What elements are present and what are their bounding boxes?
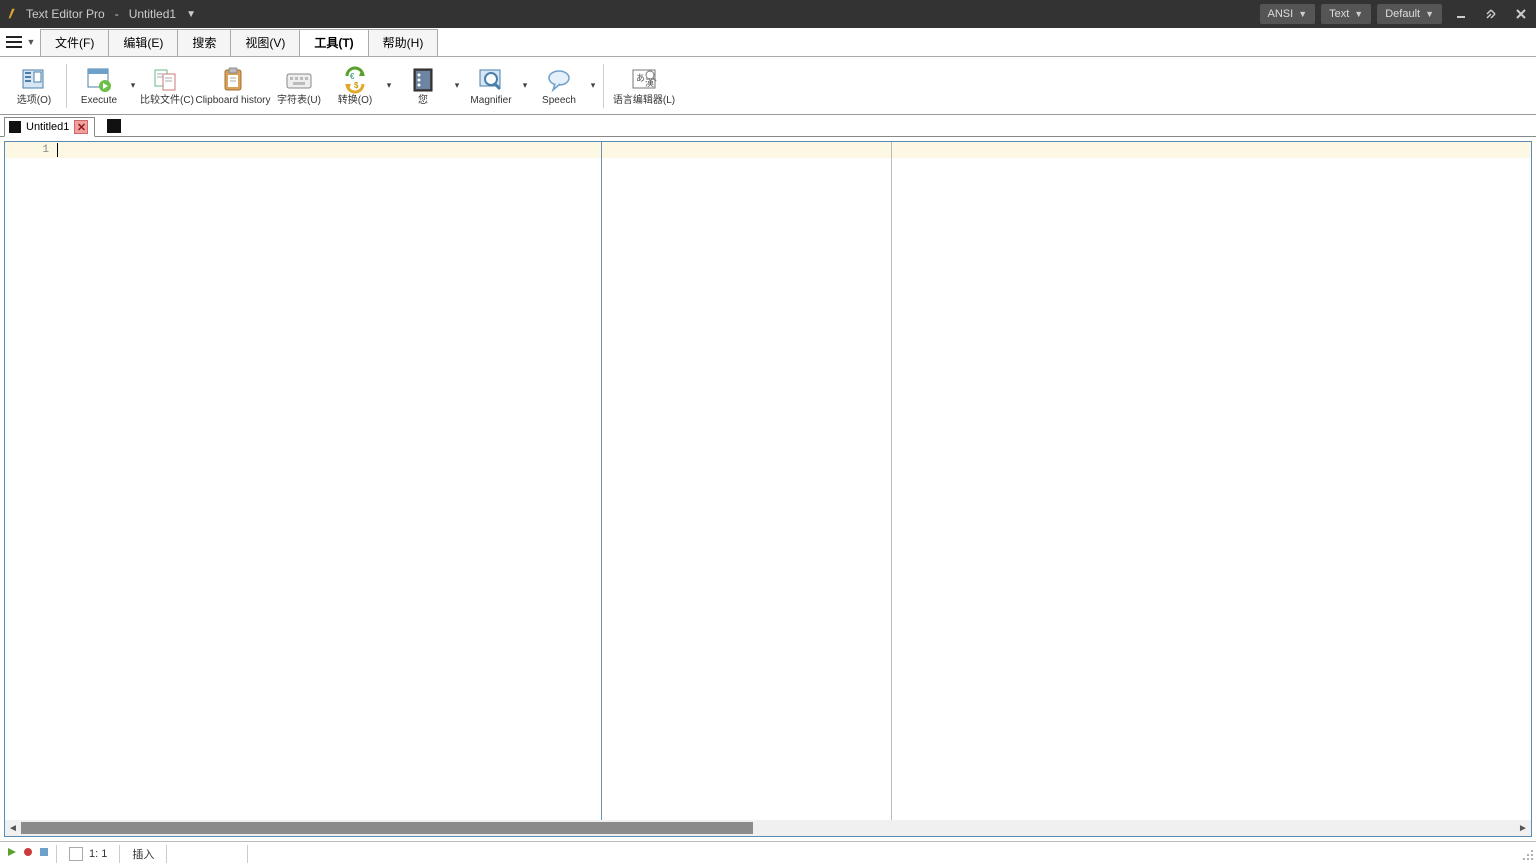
menu-tools[interactable]: 工具(T) xyxy=(299,29,368,56)
speech-icon xyxy=(545,66,573,94)
sort-dropdown[interactable]: ▾ xyxy=(451,60,463,112)
compare-button[interactable]: 比较文件(C) xyxy=(139,60,195,112)
line-number: 1 xyxy=(5,142,55,158)
menu-help[interactable]: 帮助(H) xyxy=(368,29,439,56)
magnifier-icon xyxy=(477,66,505,94)
macro-play-icon[interactable] xyxy=(6,846,18,861)
convert-icon: €$ xyxy=(341,66,369,94)
insert-mode[interactable]: 插入 xyxy=(120,846,166,862)
maximize-button[interactable] xyxy=(1480,3,1502,25)
editor-area: 1 ◄ ► xyxy=(0,137,1536,841)
close-button[interactable] xyxy=(1510,3,1532,25)
scroll-track[interactable] xyxy=(21,820,1515,836)
magnifier-button[interactable]: Magnifier xyxy=(463,60,519,112)
hamburger-menu[interactable]: ▼ xyxy=(4,30,36,54)
column-guide-2 xyxy=(891,142,892,836)
scroll-thumb[interactable] xyxy=(21,822,753,834)
execute-icon xyxy=(85,66,113,94)
ribbon: ▼ 文件(F) 编辑(E) 搜索 视图(V) 工具(T) 帮助(H) 选项(O)… xyxy=(0,28,1536,115)
macro-record-icon[interactable] xyxy=(22,846,34,861)
clipboard-history-button[interactable]: Clipboard history xyxy=(195,60,271,112)
svg-text:€: € xyxy=(350,72,355,81)
filetype-dropdown[interactable]: Text▼ xyxy=(1321,4,1371,24)
convert-dropdown[interactable]: ▾ xyxy=(383,60,395,112)
scroll-left-button[interactable]: ◄ xyxy=(5,820,21,836)
sort-icon xyxy=(409,66,437,94)
options-button[interactable]: 选项(O) xyxy=(6,60,62,112)
text-caret xyxy=(57,143,58,157)
document-tab-bar: Untitled1 ✕ xyxy=(0,115,1536,137)
separator xyxy=(603,64,604,108)
separator xyxy=(66,64,67,108)
title-bar: Text Editor Pro - Untitled1 ▼ ANSI▼ Text… xyxy=(0,0,1536,28)
document-tab-label: Untitled1 xyxy=(26,121,69,133)
document-tab[interactable]: Untitled1 ✕ xyxy=(4,117,95,137)
horizontal-scrollbar[interactable]: ◄ ► xyxy=(5,820,1531,836)
magnifier-dropdown[interactable]: ▾ xyxy=(519,60,531,112)
status-bar: 1: 1 插入 xyxy=(0,841,1536,865)
options-icon xyxy=(20,66,48,94)
app-icon xyxy=(6,7,20,21)
document-icon xyxy=(69,847,83,861)
doc-modified-icon xyxy=(9,121,21,133)
execute-dropdown[interactable]: ▾ xyxy=(127,60,139,112)
app-title: Text Editor Pro xyxy=(26,7,105,21)
text-editor[interactable] xyxy=(55,142,1531,836)
execute-button[interactable]: Execute xyxy=(71,60,127,112)
language-icon: あ漢 xyxy=(630,66,658,94)
theme-dropdown[interactable]: Default▼ xyxy=(1377,4,1442,24)
title-dropdown-icon[interactable]: ▼ xyxy=(186,9,196,20)
tab-close-button[interactable]: ✕ xyxy=(74,120,88,134)
resize-grip[interactable] xyxy=(1518,845,1536,863)
column-guide-1 xyxy=(601,142,602,836)
cursor-position: 1: 1 xyxy=(89,848,107,860)
clipboard-icon xyxy=(219,66,247,94)
chevron-down-icon: ▼ xyxy=(27,37,36,47)
menu-bar: ▼ 文件(F) 编辑(E) 搜索 视图(V) 工具(T) 帮助(H) xyxy=(0,28,1536,56)
menu-file[interactable]: 文件(F) xyxy=(40,29,109,56)
toolbar: 选项(O) Execute ▾ 比较文件(C) Clipboard histor… xyxy=(0,56,1536,114)
language-editor-button[interactable]: あ漢 语言编辑器(L) xyxy=(608,60,680,112)
speech-dropdown[interactable]: ▾ xyxy=(587,60,599,112)
editor-frame: 1 ◄ ► xyxy=(4,141,1532,837)
convert-button[interactable]: €$ 转换(O) xyxy=(327,60,383,112)
new-tab-button[interactable] xyxy=(107,119,121,133)
keyboard-icon xyxy=(285,66,313,94)
svg-text:$: $ xyxy=(354,81,359,90)
status-doc-cell: 1: 1 xyxy=(57,847,119,861)
title-doc[interactable]: Untitled1 xyxy=(129,7,176,21)
title-sep: - xyxy=(115,7,119,21)
speech-button[interactable]: Speech xyxy=(531,60,587,112)
svg-text:あ: あ xyxy=(636,73,645,83)
macro-stop-icon[interactable] xyxy=(38,846,50,861)
gutter: 1 xyxy=(5,142,55,836)
menu-view[interactable]: 视图(V) xyxy=(230,29,300,56)
encoding-dropdown[interactable]: ANSI▼ xyxy=(1260,4,1316,24)
menu-edit[interactable]: 编辑(E) xyxy=(108,29,178,56)
sort-button[interactable]: 您 xyxy=(395,60,451,112)
charmap-button[interactable]: 字符表(U) xyxy=(271,60,327,112)
scroll-right-button[interactable]: ► xyxy=(1515,820,1531,836)
compare-icon xyxy=(153,66,181,94)
minimize-button[interactable] xyxy=(1450,3,1472,25)
menu-search[interactable]: 搜索 xyxy=(177,29,231,56)
